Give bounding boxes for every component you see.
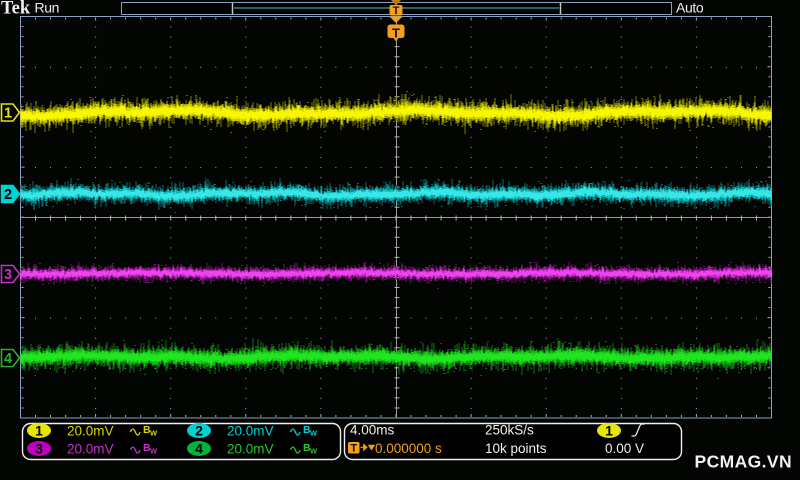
svg-text:T: T <box>392 26 400 41</box>
svg-text:2: 2 <box>4 187 12 203</box>
svg-text:W: W <box>310 429 318 438</box>
svg-text:20.0mV: 20.0mV <box>227 441 274 456</box>
svg-text:Run: Run <box>35 0 59 16</box>
svg-text:T: T <box>393 5 400 17</box>
svg-text:2: 2 <box>195 423 203 439</box>
svg-text:4.00ms: 4.00ms <box>350 423 395 438</box>
svg-text:4: 4 <box>195 441 203 457</box>
svg-text:20.0mV: 20.0mV <box>227 423 274 438</box>
svg-text:Auto: Auto <box>676 0 704 16</box>
svg-text:W: W <box>310 447 318 456</box>
svg-text:20.0mV: 20.0mV <box>67 441 114 456</box>
svg-text:0.000000 s: 0.000000 s <box>375 441 442 456</box>
svg-text:1: 1 <box>605 423 613 439</box>
svg-text:250kS/s: 250kS/s <box>485 423 534 438</box>
svg-text:20.0mV: 20.0mV <box>67 423 114 438</box>
svg-text:1: 1 <box>4 106 12 122</box>
svg-text:1: 1 <box>35 423 43 439</box>
svg-text:T: T <box>350 443 357 455</box>
svg-text:10k points: 10k points <box>485 441 547 456</box>
svg-text:3: 3 <box>4 267 12 283</box>
svg-text:0.00 V: 0.00 V <box>605 441 644 456</box>
svg-text:3: 3 <box>35 441 43 457</box>
svg-text:W: W <box>150 429 158 438</box>
svg-text:PCMAG.VN: PCMAG.VN <box>695 452 793 472</box>
svg-text:Tek: Tek <box>1 0 31 19</box>
svg-text:4: 4 <box>4 351 12 367</box>
svg-text:W: W <box>150 447 158 456</box>
